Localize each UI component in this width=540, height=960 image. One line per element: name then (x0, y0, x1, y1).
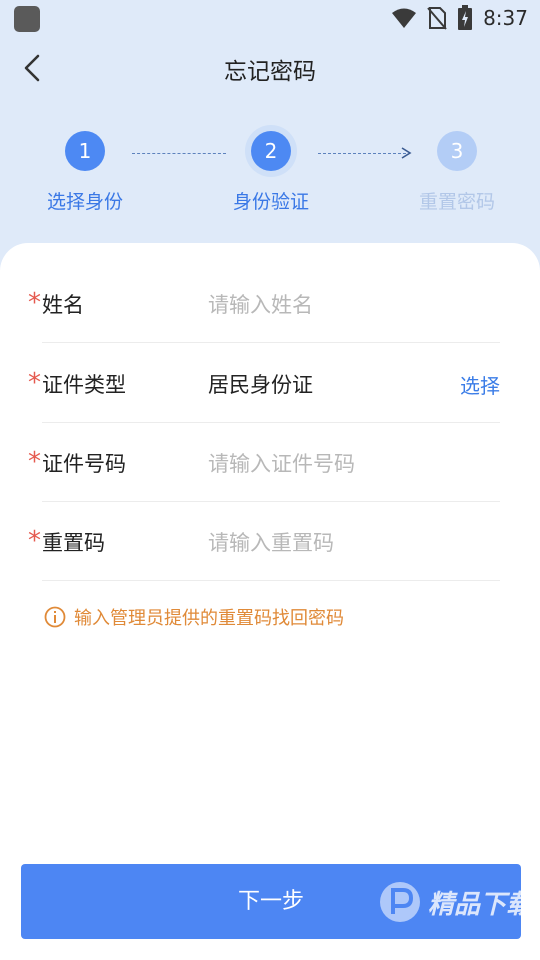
id-type-label: 证件类型 (42, 373, 126, 397)
id-type-row[interactable]: * 证件类型 居民身份证 选择 (0, 343, 540, 423)
reset-code-label: 重置码 (42, 531, 105, 555)
status-bar: 8:37 (0, 0, 540, 36)
id-number-row[interactable]: * 证件号码 请输入证件号码 (0, 422, 540, 502)
name-row[interactable]: * 姓名 请输入姓名 (0, 263, 540, 343)
watermark-text: 精品下载 (428, 889, 533, 920)
no-sim-icon (427, 7, 447, 30)
reset-code-input[interactable]: 请输入重置码 (208, 527, 334, 557)
step-2-circle: 2 (251, 131, 291, 171)
step-arrow-icon (401, 147, 412, 159)
watermark-logo-icon (380, 882, 420, 922)
step-1-label: 选择身份 (46, 191, 123, 213)
hint-text: 输入管理员提供的重置码找回密码 (74, 608, 344, 629)
step-connector-2 (318, 153, 406, 154)
step-1-circle: 1 (65, 131, 105, 171)
step-3-label: 重置密码 (418, 191, 495, 213)
watermark: 精品下载 (378, 880, 532, 924)
id-type-value: 居民身份证 (208, 373, 313, 397)
divider (42, 580, 500, 581)
page-title: 忘记密码 (224, 59, 316, 85)
battery-charging-icon (458, 5, 473, 30)
step-3-circle: 3 (437, 131, 477, 171)
required-mark: * (28, 368, 41, 398)
id-number-label: 证件号码 (42, 452, 126, 476)
name-label: 姓名 (42, 293, 84, 317)
id-number-input[interactable]: 请输入证件号码 (208, 448, 355, 478)
wifi-icon (392, 8, 417, 28)
reset-code-row[interactable]: * 重置码 请输入重置码 (0, 501, 540, 581)
status-icons: 8:37 (391, 4, 528, 32)
required-mark: * (28, 288, 41, 318)
form-card: * 姓名 请输入姓名 * 证件类型 居民身份证 选择 * 证件号码 请输入证件号… (0, 243, 540, 960)
app-notification-icon (14, 6, 40, 32)
clock: 8:37 (483, 6, 528, 30)
required-mark: * (28, 447, 41, 477)
info-icon (44, 606, 66, 628)
hint: 输入管理员提供的重置码找回密码 (44, 604, 344, 630)
step-2-label: 身份验证 (232, 191, 309, 213)
required-mark: * (28, 526, 41, 556)
name-input[interactable]: 请输入姓名 (208, 289, 313, 319)
step-connector-1 (132, 153, 226, 154)
id-type-select-button[interactable]: 选择 (460, 370, 500, 399)
